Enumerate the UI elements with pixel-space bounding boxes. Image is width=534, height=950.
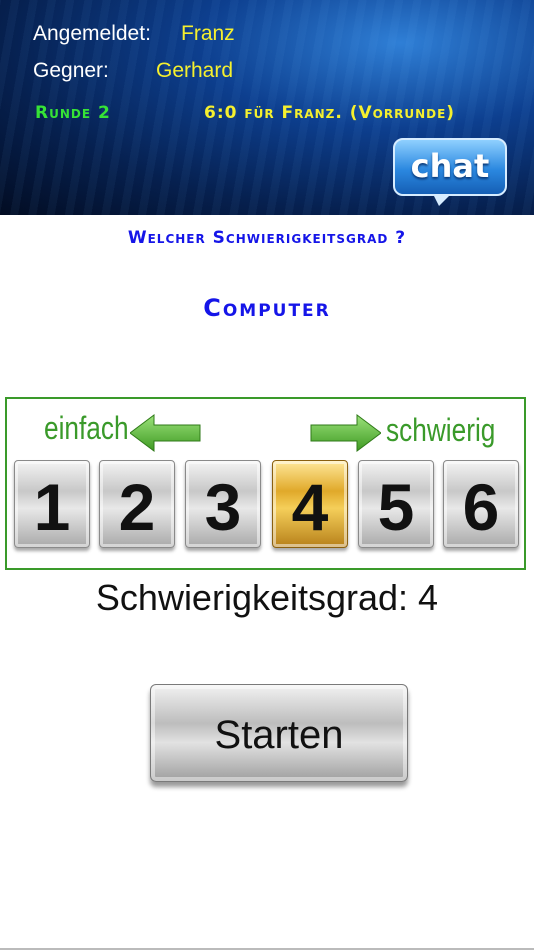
game-mode-title: Computer — [203, 294, 331, 322]
level-button-4[interactable]: 4 — [272, 460, 348, 548]
start-button[interactable]: Starten — [150, 684, 408, 782]
chat-bubble-tail-icon — [433, 194, 451, 206]
arrow-right-icon — [310, 414, 381, 452]
opponent-label: Gegner: — [33, 59, 109, 82]
difficulty-readout: Schwierigkeitsgrad: 4 — [95, 577, 439, 618]
logged-in-value: Franz — [181, 22, 235, 45]
score-indicator: 6:0 für Franz. (Vorrunde) — [204, 103, 456, 123]
level-button-5[interactable]: 5 — [358, 460, 434, 548]
arrow-left-icon — [130, 414, 201, 452]
chat-button[interactable]: chat — [393, 138, 507, 196]
header-banner: Angemeldet: Franz Gegner: Gerhard Runde … — [0, 0, 534, 215]
level-button-1[interactable]: 1 — [14, 460, 90, 548]
level-button-2[interactable]: 2 — [99, 460, 175, 548]
hard-label: schwierig — [386, 412, 496, 448]
level-button-6[interactable]: 6 — [443, 460, 519, 548]
round-indicator: Runde 2 — [35, 103, 111, 123]
difficulty-question: Welcher Schwierigkeitsgrad ? — [127, 228, 407, 248]
opponent-value: Gerhard — [156, 59, 234, 82]
logged-in-label: Angemeldet: — [33, 22, 151, 45]
level-button-3[interactable]: 3 — [185, 460, 261, 548]
easy-label: einfach — [44, 410, 129, 446]
